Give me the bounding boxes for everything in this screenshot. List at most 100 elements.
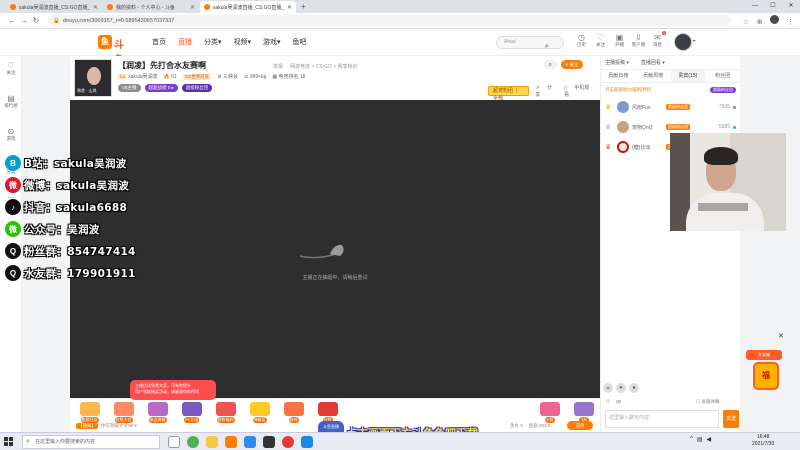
nav-item[interactable]: 直播 bbox=[178, 37, 192, 47]
maximize-icon[interactable]: ☐ bbox=[764, 0, 782, 13]
search-icon[interactable]: ⌕ bbox=[539, 38, 555, 54]
streamer-name[interactable]: sakula吴润波 bbox=[128, 73, 157, 80]
fan-club-button[interactable]: 超级粉丝团 bbox=[710, 87, 736, 93]
gift-item[interactable]: 弹幕奖 bbox=[246, 402, 273, 423]
nav-item[interactable]: 游戏▾ bbox=[263, 37, 281, 47]
extensions-icon[interactable]: ⊕ bbox=[757, 19, 763, 26]
chat-tab[interactable]: 贵宾(15) bbox=[670, 70, 706, 82]
gift-item[interactable]: PK互动 bbox=[178, 402, 205, 423]
url-field[interactable]: 🔒 douyu.com/3069357_r=0.5895430657037337 bbox=[48, 15, 731, 26]
reload-icon[interactable]: ↻ bbox=[30, 16, 42, 25]
close-window-icon[interactable]: ✕ bbox=[782, 0, 800, 13]
nav-item[interactable]: 首页 bbox=[152, 37, 166, 47]
header-icon-button[interactable]: ✉ 消息 1 bbox=[648, 31, 667, 48]
chrome-icon[interactable] bbox=[187, 436, 199, 448]
fan-club-badge[interactable]: 超级粉丝团 bbox=[181, 84, 213, 92]
vip-badge[interactable]: V8主播 bbox=[118, 84, 141, 92]
forward-icon[interactable]: → bbox=[18, 16, 30, 25]
app-icon-7[interactable] bbox=[282, 436, 294, 448]
task-view-icon[interactable] bbox=[168, 436, 180, 448]
battle-badge[interactable]: 超超战绩 0 ▸ bbox=[144, 84, 178, 92]
room-category[interactable]: 网游竞技 > CS:GO > 赛季特训 bbox=[290, 63, 358, 70]
nav-item[interactable]: 分类▾ bbox=[204, 37, 222, 47]
header-icon-button[interactable]: ▣ 开播 bbox=[610, 33, 629, 48]
nav-item[interactable]: 视频▾ bbox=[234, 37, 252, 47]
share-button[interactable]: ↗ 分享 bbox=[535, 84, 558, 98]
search-placeholder: Ahad bbox=[504, 39, 516, 45]
douyu-app-icon[interactable] bbox=[225, 436, 237, 448]
chat-input[interactable]: 这里输入聊天内容 bbox=[605, 410, 719, 428]
minimize-icon[interactable]: — bbox=[746, 0, 764, 13]
send-button[interactable]: 发送 bbox=[723, 410, 739, 428]
gift-icon[interactable]: ✦ bbox=[616, 383, 626, 393]
clock-date: 2021/7/30 bbox=[752, 441, 775, 447]
app-icon-8[interactable] bbox=[301, 436, 313, 448]
gift-icon bbox=[539, 402, 560, 416]
gift-item[interactable]: 能量狂欢 bbox=[76, 402, 103, 423]
search-input[interactable]: Ahad ⌕ bbox=[496, 36, 564, 50]
chat-tab[interactable]: 粉丝团 bbox=[705, 70, 740, 82]
douyu-logo[interactable]: 鱼 斗鱼 bbox=[98, 35, 132, 66]
sidebar-item[interactable]: ♡ 关注 bbox=[0, 56, 22, 89]
gift-item[interactable]: 狂热 bbox=[314, 402, 341, 423]
float-close-icon[interactable]: ✕ bbox=[778, 332, 784, 340]
sidebar-item[interactable]: ▤ 排行榜 bbox=[0, 89, 22, 122]
app-icon-5[interactable] bbox=[244, 436, 256, 448]
system-clock[interactable]: 16:48 2021/7/30 bbox=[752, 434, 774, 448]
header-icon-button[interactable]: ◷ 历史 bbox=[572, 33, 591, 48]
follow-button[interactable]: ♥ 关注 bbox=[560, 60, 584, 69]
browser-tab[interactable]: 我的资料 - 个人中心 - 斗鱼 ✕ bbox=[103, 1, 199, 13]
smile-icon[interactable]: ☺ bbox=[605, 399, 611, 406]
profile-avatar[interactable] bbox=[770, 15, 780, 24]
windows-start-icon[interactable] bbox=[4, 437, 14, 447]
chat-top-link[interactable]: 直播回看 ▾ bbox=[641, 59, 665, 66]
menu-icon[interactable]: ⋮ bbox=[787, 19, 794, 26]
shield-toggle[interactable]: ☐ 屏蔽弹幕 bbox=[696, 399, 724, 406]
browser-actions: ☆ ⊕ ⋮ bbox=[737, 15, 794, 26]
share-count-button[interactable]: 0 bbox=[544, 60, 557, 69]
tab-close-icon[interactable]: ✕ bbox=[190, 4, 195, 11]
app-icon-6[interactable] bbox=[263, 436, 275, 448]
gift-item[interactable]: 超粉福利 bbox=[212, 402, 239, 423]
nav-item[interactable]: 鱼吧 bbox=[293, 37, 307, 47]
emoji-icon[interactable]: ☺ bbox=[603, 383, 613, 393]
chat-tab[interactable]: 贡献日榜 bbox=[601, 70, 636, 82]
url-text: douyu.com/3069357_r=0.5895430657037337 bbox=[62, 17, 175, 24]
browser-tab[interactable]: sakula吴润波直播_CS:GO直播_ ✕ bbox=[200, 1, 296, 13]
gift-item[interactable]: 抖鱼大会 bbox=[110, 402, 137, 423]
tab-close-icon[interactable]: ✕ bbox=[93, 4, 98, 11]
treasure-float[interactable]: 开宝箱 福 bbox=[746, 350, 786, 398]
chat-tab[interactable]: 贡献周榜 bbox=[636, 70, 671, 82]
promo-toast[interactable]: 主播比试免费大奖，可有你提升 用户领取抽奖活动，请留意你的时间 bbox=[130, 380, 216, 400]
header-icon-button[interactable]: ⇩ 客户端 bbox=[629, 33, 648, 48]
phone-watch-button[interactable]: ▯ 手机观看 bbox=[564, 84, 594, 98]
recharge-button[interactable]: 充值 bbox=[567, 421, 593, 430]
gift-item[interactable]: 飞机 bbox=[570, 402, 597, 423]
browser-tab[interactable]: sakula吴润波直播_CS:GO直播_ ✕ bbox=[6, 1, 102, 13]
browser-tabbar: sakula吴润波直播_CS:GO直播_ ✕ 我的资料 - 个人中心 - 斗鱼 ✕ sa… bbox=[0, 0, 800, 13]
chat-top-link[interactable]: 主播投稿 ▾ bbox=[605, 59, 629, 66]
room-tools: 超宠粉团 丨 全部 ↗ 分享 ▯ 手机观看 bbox=[488, 84, 600, 102]
report-link[interactable]: 举报 bbox=[273, 63, 283, 70]
folder-icon[interactable] bbox=[206, 436, 218, 448]
gift-item[interactable]: 来点弹幕 bbox=[144, 402, 171, 423]
tray-up-icon[interactable]: ^ bbox=[690, 436, 693, 443]
network-icon[interactable]: ▤ bbox=[697, 436, 703, 443]
tab-close-icon[interactable]: ✕ bbox=[287, 4, 292, 11]
user-avatar[interactable] bbox=[674, 33, 696, 51]
header-icon-button[interactable]: ♡ 关注 bbox=[591, 33, 610, 48]
taskbar-search[interactable]: ⌕ 在这里输入你要搜索的内容 bbox=[22, 435, 160, 449]
star-icon[interactable]: ☆ bbox=[743, 19, 749, 26]
back-icon[interactable]: ← bbox=[6, 16, 18, 25]
new-tab-icon[interactable]: + bbox=[301, 1, 306, 13]
gift-item[interactable]: 火箭 bbox=[536, 402, 563, 423]
gift-item[interactable]: 超神 bbox=[280, 402, 307, 423]
sidebar-item[interactable]: ⊙ 游戏 bbox=[0, 122, 22, 155]
fan-banner[interactable]: 超宠粉团 丨 全部 bbox=[488, 86, 530, 102]
bubble-icon[interactable]: ✉ bbox=[616, 399, 621, 406]
fan-icon[interactable]: ♦ bbox=[629, 383, 639, 393]
streamer-avatar[interactable]: 熟悉 · 山岚 bbox=[74, 59, 112, 97]
notice-text[interactable]: 你可领取大奖SKY bbox=[101, 423, 137, 429]
rank-row[interactable]: ♛ 风雨Fun 超级粉丝团 7935 bbox=[601, 97, 740, 117]
volume-icon[interactable]: ◀ bbox=[707, 436, 712, 443]
